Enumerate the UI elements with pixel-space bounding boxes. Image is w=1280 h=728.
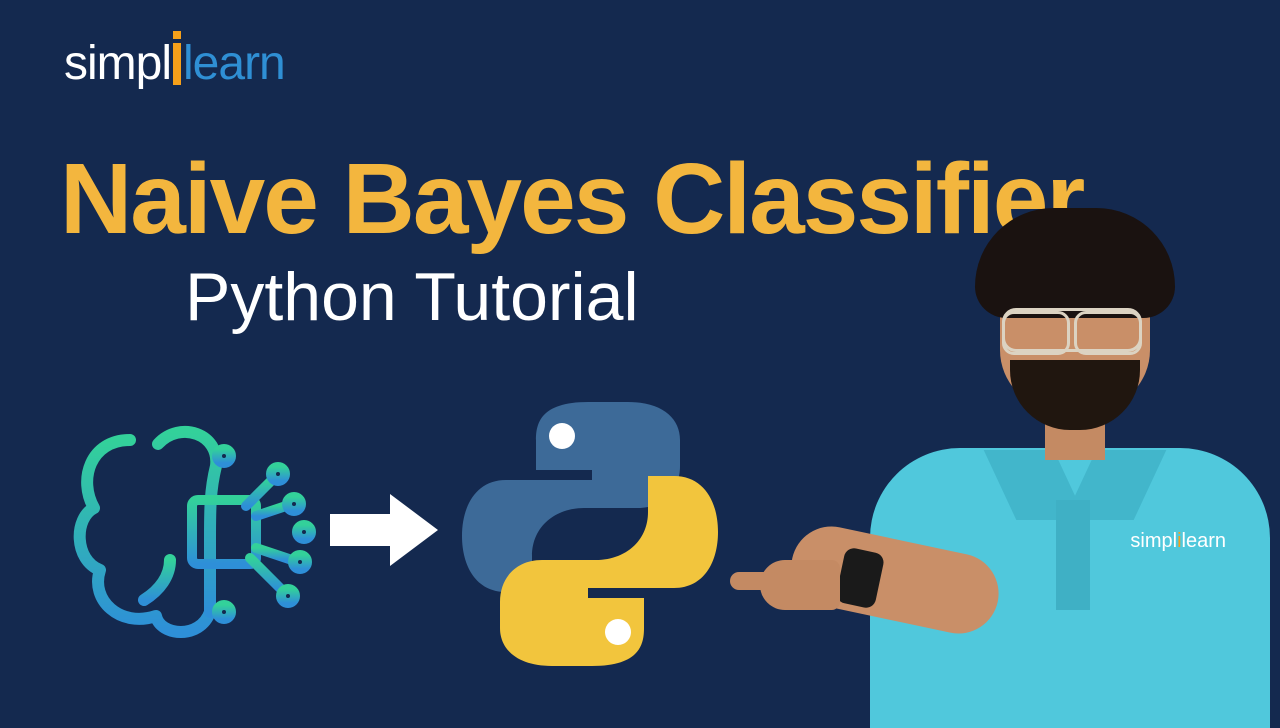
shirt-placket xyxy=(1056,500,1090,610)
shirt-brand: simplilearn xyxy=(1130,530,1226,553)
pointing-finger xyxy=(730,572,780,590)
shirt-brand-text: learn xyxy=(1182,530,1226,552)
presenter-hair xyxy=(975,208,1175,318)
logo-divider-icon xyxy=(173,41,181,85)
glasses-icon xyxy=(1002,308,1142,352)
right-arrow-icon xyxy=(330,490,440,570)
brand-logo: simpllearn xyxy=(64,36,285,91)
logo-text-2: learn xyxy=(183,37,285,90)
logo-text-1: simpl xyxy=(64,37,171,90)
ai-brain-chip-icon xyxy=(60,400,320,660)
shirt-brand-text: simpl xyxy=(1130,530,1177,552)
presenter-figure: simplilearn xyxy=(860,200,1280,720)
subtitle: Python Tutorial xyxy=(185,258,639,336)
presenter-beard xyxy=(1010,360,1140,430)
python-logo-icon xyxy=(440,384,740,684)
